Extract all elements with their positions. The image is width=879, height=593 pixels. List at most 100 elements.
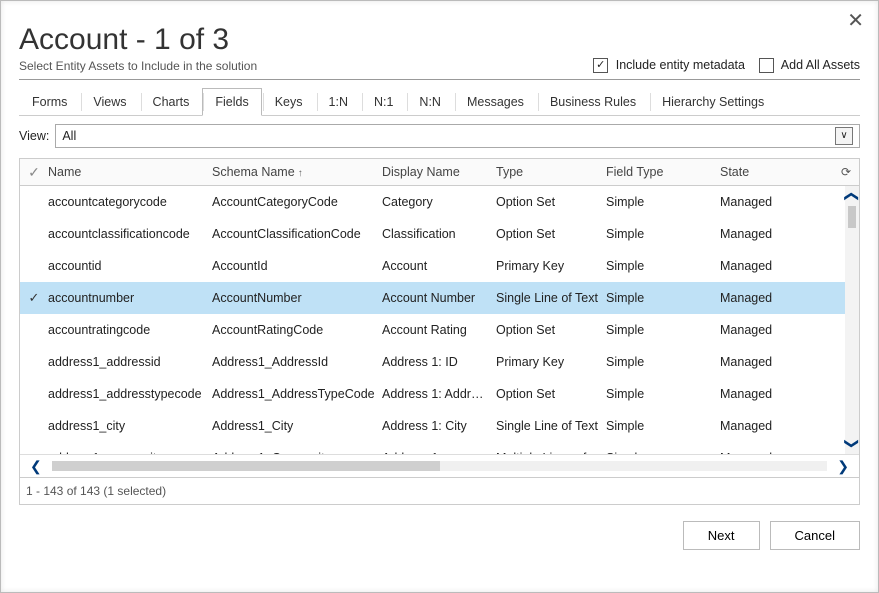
scroll-thumb[interactable]	[848, 206, 856, 228]
column-header-type[interactable]: Type	[496, 165, 606, 179]
table-row[interactable]: accountidAccountIdAccountPrimary KeySimp…	[20, 250, 845, 282]
include-metadata-option[interactable]: ✓ Include entity metadata	[593, 58, 745, 73]
row-check-icon: ✓	[29, 290, 40, 306]
table-row[interactable]: address1_compositeAddress1_CompositeAddr…	[20, 442, 845, 454]
tab-1-n[interactable]: 1:N	[316, 88, 361, 115]
scroll-up-icon[interactable]: ❮	[843, 191, 859, 203]
dialog-account-assets: ✕ Account - 1 of 3 Select Entity Assets …	[0, 0, 879, 593]
cell-name: address1_composite	[48, 451, 212, 454]
tab-messages[interactable]: Messages	[454, 88, 537, 115]
table-row[interactable]: ✓ accountnumberAccountNumberAccount Numbe…	[20, 282, 845, 314]
add-all-assets-checkbox[interactable]	[759, 58, 774, 73]
tab-fields[interactable]: Fields	[202, 88, 261, 116]
cell-fieldtype: Simple	[606, 323, 720, 337]
table-header: ✓ Name Schema Name↑ Display Name Type Fi…	[20, 159, 859, 186]
close-icon[interactable]: ✕	[847, 11, 864, 31]
cell-fieldtype: Simple	[606, 195, 720, 209]
cell-display: Account Number	[382, 291, 496, 305]
view-select[interactable]: All ∨	[55, 124, 860, 148]
cell-name: accountid	[48, 259, 212, 273]
cell-state: Managed	[720, 451, 819, 454]
scroll-left-icon[interactable]: ❮	[30, 458, 42, 475]
cell-schema: Address1_AddressTypeCode	[212, 387, 382, 401]
tab-views[interactable]: Views	[80, 88, 139, 115]
column-header-fieldtype[interactable]: Field Type	[606, 165, 720, 179]
cell-fieldtype: Simple	[606, 355, 720, 369]
include-metadata-checkbox[interactable]: ✓	[593, 58, 608, 73]
cell-type: Option Set	[496, 227, 606, 241]
cell-schema: AccountClassificationCode	[212, 227, 382, 241]
cell-type: Option Set	[496, 195, 606, 209]
tab-keys[interactable]: Keys	[262, 88, 316, 115]
cell-schema: Address1_City	[212, 419, 382, 433]
next-button[interactable]: Next	[683, 521, 760, 550]
table-row[interactable]: accountratingcodeAccountRatingCodeAccoun…	[20, 314, 845, 346]
cell-state: Managed	[720, 227, 819, 241]
column-header-name[interactable]: Name	[48, 165, 212, 179]
cell-name: accountclassificationcode	[48, 227, 212, 241]
cell-type: Single Line of Text	[496, 291, 606, 305]
cell-type: Option Set	[496, 323, 606, 337]
tabs: FormsViewsChartsFieldsKeys1:NN:1N:NMessa…	[19, 88, 860, 116]
cell-schema: AccountNumber	[212, 291, 382, 305]
table-row[interactable]: accountcategorycodeAccountCategoryCodeCa…	[20, 186, 845, 218]
hscroll-thumb[interactable]	[52, 461, 440, 471]
cell-state: Managed	[720, 323, 819, 337]
cell-name: address1_addresstypecode	[48, 387, 212, 401]
page-subtitle: Select Entity Assets to Include in the s…	[19, 59, 257, 73]
table-row[interactable]: address1_addressidAddress1_AddressIdAddr…	[20, 346, 845, 378]
table-row[interactable]: accountclassificationcodeAccountClassifi…	[20, 218, 845, 250]
table-body: accountcategorycodeAccountCategoryCodeCa…	[20, 186, 845, 454]
cell-type: Primary Key	[496, 259, 606, 273]
page-title: Account - 1 of 3	[19, 23, 257, 57]
tab-forms[interactable]: Forms	[19, 88, 80, 115]
cell-display: Address 1: ID	[382, 355, 496, 369]
tab-hierarchy-settings[interactable]: Hierarchy Settings	[649, 88, 777, 115]
sort-asc-icon: ↑	[298, 168, 303, 179]
cell-fieldtype: Simple	[606, 291, 720, 305]
column-header-display[interactable]: Display Name	[382, 165, 496, 179]
tab-charts[interactable]: Charts	[140, 88, 203, 115]
add-all-assets-label: Add All Assets	[781, 58, 860, 72]
cell-type: Single Line of Text	[496, 419, 606, 433]
horizontal-scrollbar[interactable]: ❮ ❯	[20, 454, 859, 477]
tab-business-rules[interactable]: Business Rules	[537, 88, 649, 115]
cell-fieldtype: Simple	[606, 419, 720, 433]
tab-n-1[interactable]: N:1	[361, 88, 406, 115]
cell-name: address1_city	[48, 419, 212, 433]
check-icon: ✓	[596, 60, 605, 71]
cell-state: Managed	[720, 291, 819, 305]
table-row[interactable]: address1_cityAddress1_CityAddress 1: Cit…	[20, 410, 845, 442]
cell-fieldtype: Simple	[606, 227, 720, 241]
cell-schema: Address1_Composite	[212, 451, 382, 454]
include-metadata-label: Include entity metadata	[616, 58, 745, 72]
cell-schema: AccountRatingCode	[212, 323, 382, 337]
fields-table: ✓ Name Schema Name↑ Display Name Type Fi…	[19, 158, 860, 478]
status-bar: 1 - 143 of 143 (1 selected)	[19, 478, 860, 505]
cell-type: Option Set	[496, 387, 606, 401]
cell-display: Address 1	[382, 451, 496, 454]
table-row[interactable]: address1_addresstypecodeAddress1_Address…	[20, 378, 845, 410]
view-selected-value: All	[62, 125, 76, 147]
add-all-assets-option[interactable]: Add All Assets	[759, 58, 860, 73]
select-all-checkbox[interactable]: ✓	[28, 164, 40, 181]
vertical-scrollbar[interactable]: ❮ ❯	[845, 186, 859, 454]
column-header-schema[interactable]: Schema Name↑	[212, 165, 382, 179]
chevron-down-icon[interactable]: ∨	[835, 127, 853, 145]
column-header-state[interactable]: State	[720, 165, 833, 179]
tab-n-n[interactable]: N:N	[406, 88, 454, 115]
cell-type: Multiple Lines of…	[496, 451, 606, 454]
refresh-icon[interactable]: ⟳	[841, 165, 851, 179]
cell-display: Account Rating	[382, 323, 496, 337]
cell-state: Managed	[720, 419, 819, 433]
cell-name: accountnumber	[48, 291, 212, 305]
cell-type: Primary Key	[496, 355, 606, 369]
cell-state: Managed	[720, 259, 819, 273]
cancel-button[interactable]: Cancel	[770, 521, 860, 550]
cell-state: Managed	[720, 195, 819, 209]
cell-name: accountcategorycode	[48, 195, 212, 209]
scroll-down-icon[interactable]: ❯	[843, 438, 859, 450]
scroll-right-icon[interactable]: ❯	[837, 458, 849, 475]
cell-schema: AccountCategoryCode	[212, 195, 382, 209]
view-label: View:	[19, 129, 49, 143]
